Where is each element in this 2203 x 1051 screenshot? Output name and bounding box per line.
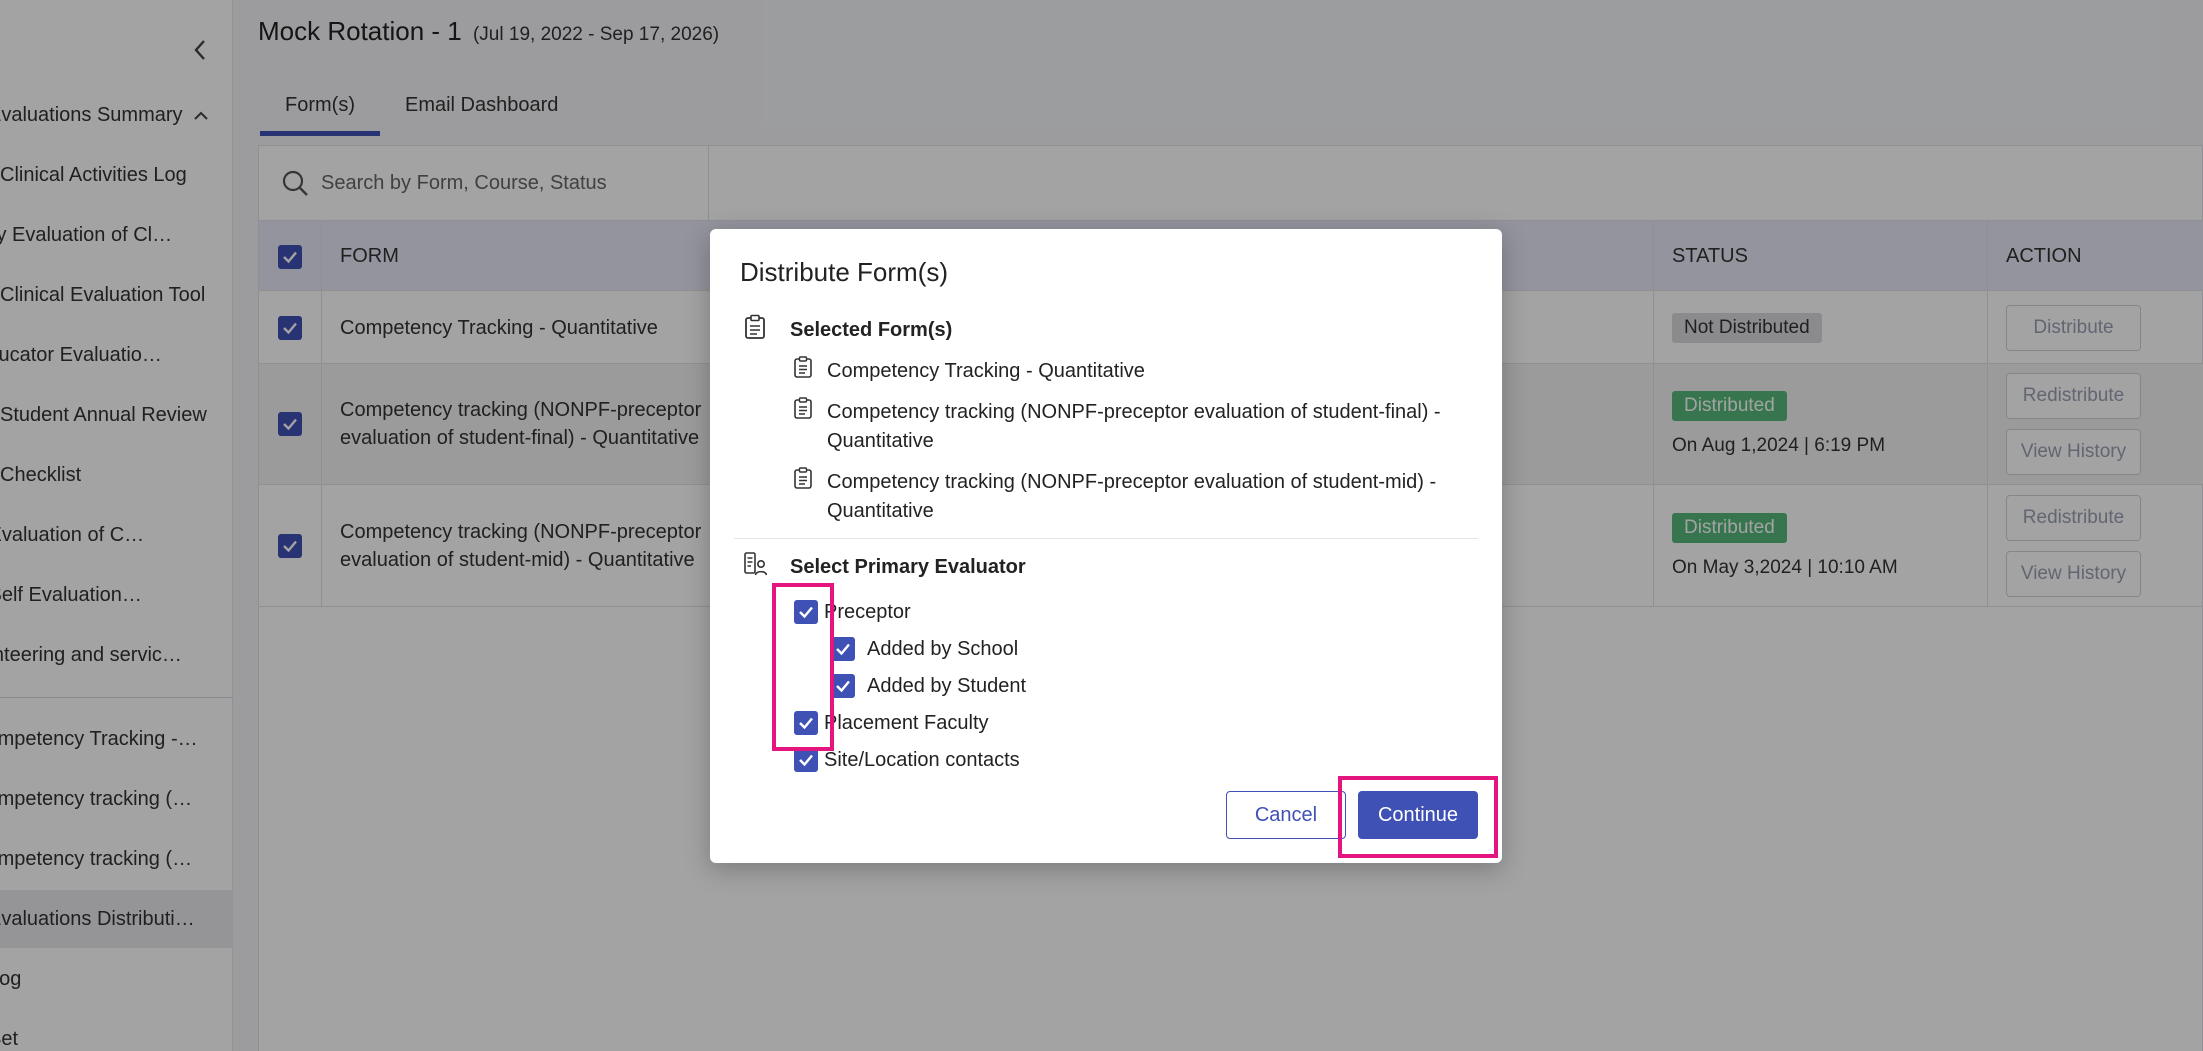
option-label: Added by Student bbox=[867, 674, 1027, 697]
cancel-button[interactable]: Cancel bbox=[1226, 791, 1346, 839]
checkbox-highlight-box bbox=[772, 583, 834, 751]
selected-form-item: Competency tracking (NONPF-preceptor eva… bbox=[827, 471, 1437, 522]
option-label: Site/Location contacts bbox=[824, 748, 1020, 771]
selected-forms-heading: Selected Form(s) bbox=[790, 319, 953, 341]
primary-evaluator-heading: Select Primary Evaluator bbox=[790, 556, 1026, 578]
form-icon bbox=[794, 397, 812, 419]
distribute-forms-dialog: Distribute Form(s) Selected Form(s) Comp… bbox=[710, 229, 1502, 863]
dialog-title: Distribute Form(s) bbox=[740, 257, 949, 287]
option-added-by-student[interactable]: Added by Student bbox=[831, 674, 1026, 698]
selected-form-item: Competency Tracking - Quantitative bbox=[827, 360, 1145, 382]
option-label: Placement Faculty bbox=[824, 711, 989, 734]
dialog-divider bbox=[734, 538, 1478, 539]
form-icon bbox=[794, 356, 812, 378]
check-icon bbox=[836, 643, 850, 656]
selected-form-item: Competency tracking (NONPF-preceptor eva… bbox=[827, 401, 1441, 452]
continue-highlight-box bbox=[1338, 776, 1498, 858]
option-label: Added by School bbox=[867, 637, 1019, 660]
added-by-school-checkbox[interactable] bbox=[831, 637, 855, 661]
option-added-by-school[interactable]: Added by School bbox=[831, 637, 1018, 661]
check-icon bbox=[799, 754, 813, 767]
option-site-location-contacts[interactable]: Site/Location contacts bbox=[794, 748, 1020, 772]
evaluator-icon bbox=[744, 552, 767, 576]
site-contacts-checkbox[interactable] bbox=[794, 748, 818, 772]
option-label: Preceptor bbox=[824, 600, 911, 623]
form-icon bbox=[794, 467, 812, 489]
check-icon bbox=[836, 680, 850, 693]
clipboard-icon bbox=[745, 314, 765, 339]
added-by-student-checkbox[interactable] bbox=[831, 674, 855, 698]
